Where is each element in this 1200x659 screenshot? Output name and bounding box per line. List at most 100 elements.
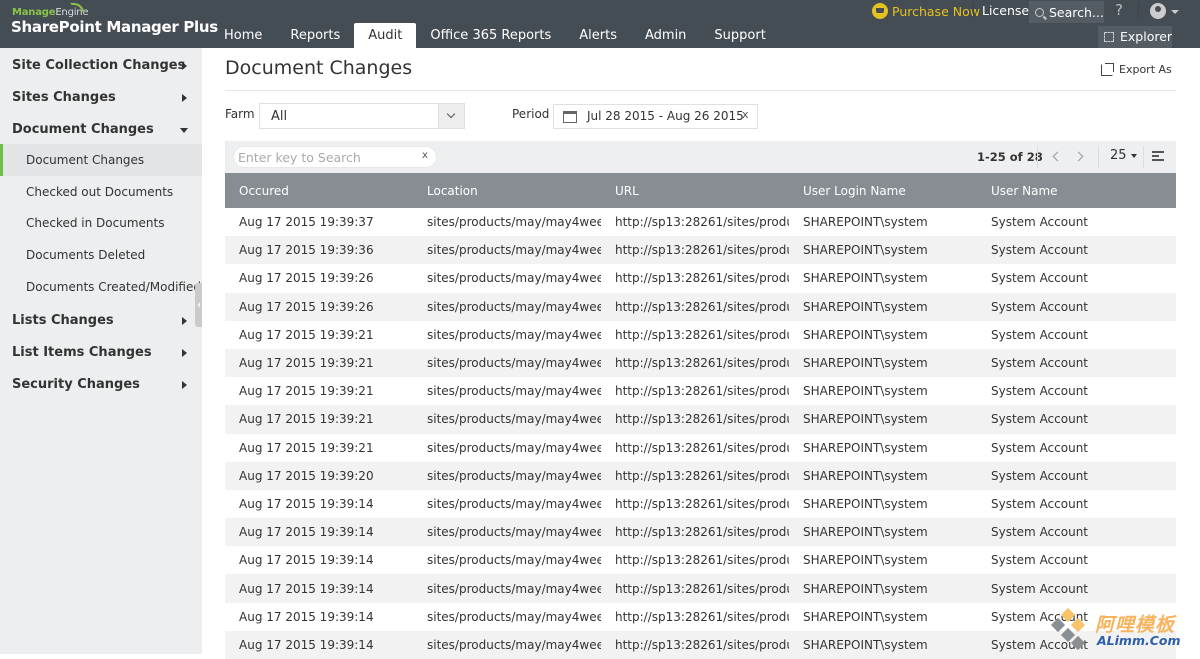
url-cell: http://sp13:28261/sites/produ... — [615, 215, 789, 230]
location-cell: sites/products/may/may4wee... — [427, 440, 601, 455]
license-link[interactable]: License — [982, 3, 1029, 18]
user-login-cell: SHAREPOINT\system — [789, 574, 977, 603]
table-row[interactable]: Aug 17 2015 19:39:21 sites/products/may/m… — [225, 377, 1176, 405]
column-chooser-icon[interactable] — [1152, 151, 1164, 161]
search-icon — [1035, 7, 1044, 17]
sidebar-item-checked-out-documents[interactable]: Checked out Documents — [0, 176, 202, 208]
sidebar-item-documents-deleted[interactable]: Documents Deleted — [0, 239, 202, 271]
user-login-cell: SHAREPOINT\system — [803, 327, 928, 342]
table-row[interactable]: Aug 17 2015 19:39:14 sites/products/may/m… — [225, 518, 1176, 547]
user-login-cell: SHAREPOINT\system — [803, 553, 928, 568]
column-header[interactable]: User Login Name — [789, 173, 977, 208]
url-cell: http://sp13:28261/sites/produ... — [601, 405, 789, 434]
url-cell: http://sp13:28261/sites/produ... — [601, 348, 789, 378]
user-name-cell: System Account — [991, 553, 1089, 568]
period-picker[interactable]: Jul 28 2015 - Aug 26 2015 x — [553, 104, 758, 129]
sidebar-group-lists-changes[interactable]: Lists Changes — [0, 305, 202, 337]
sidebar-item-documents-created-modified[interactable]: Documents Created/Modified — [0, 271, 202, 303]
purchase-now-link[interactable]: Purchase Now — [872, 3, 980, 19]
sidebar-collapse-handle[interactable] — [195, 283, 202, 327]
table-header-row: Occured Location URL User Login Name User Na… — [225, 173, 1176, 208]
table-row[interactable]: Aug 17 2015 19:39:37 sites/products/may/m… — [225, 208, 1176, 236]
chevron-right-icon — [182, 317, 187, 325]
user-name-cell: System Account — [977, 518, 1176, 547]
table-row[interactable]: Aug 17 2015 19:39:21 sites/products/may/m… — [225, 434, 1176, 462]
tab-home[interactable]: Home — [210, 23, 276, 48]
tab-reports[interactable]: Reports — [276, 23, 354, 48]
location-cell: sites/products/may/may4wee... — [413, 405, 601, 434]
chevron-down-icon — [180, 128, 188, 133]
user-name-cell: System Account — [977, 461, 1176, 490]
chevron-right-icon — [182, 62, 187, 70]
occured-cell: Aug 17 2015 19:39:14 — [239, 496, 374, 511]
location-cell: sites/products/may/may4wee... — [413, 348, 601, 378]
global-search-button[interactable]: Search... — [1029, 1, 1104, 23]
url-cell: http://sp13:28261/sites/produ... — [615, 384, 789, 399]
tab-admin[interactable]: Admin — [631, 23, 700, 48]
farm-label: Farm : — [225, 107, 263, 121]
sidebar-group-list-items-changes[interactable]: List Items Changes — [0, 337, 202, 369]
chevron-down-icon[interactable] — [438, 104, 464, 128]
location-cell: sites/products/may/may4wee... — [427, 327, 601, 342]
table-row[interactable]: Aug 17 2015 19:39:36 sites/products/may/m… — [225, 236, 1176, 265]
user-avatar-icon[interactable] — [1150, 3, 1166, 19]
location-cell: sites/products/may/may4wee... — [413, 574, 601, 603]
table-row[interactable]: Aug 17 2015 19:39:14 sites/products/may/m… — [225, 546, 1176, 574]
url-cell: http://sp13:28261/sites/produ... — [615, 327, 789, 342]
table-row[interactable]: Aug 17 2015 19:39:26 sites/products/may/m… — [225, 292, 1176, 321]
occured-cell: Aug 17 2015 19:39:26 — [225, 292, 413, 321]
tab-audit[interactable]: Audit — [354, 23, 417, 48]
help-icon[interactable]: ? — [1115, 1, 1123, 19]
tab-office365-reports[interactable]: Office 365 Reports — [416, 23, 565, 48]
tab-support[interactable]: Support — [700, 23, 779, 48]
column-header[interactable]: Occured — [225, 173, 413, 208]
chevron-right-icon — [182, 381, 187, 389]
url-cell: http://sp13:28261/sites/produ... — [601, 236, 789, 265]
user-login-cell: SHAREPOINT\system — [803, 384, 928, 399]
occured-cell: Aug 17 2015 19:39:21 — [239, 384, 374, 399]
user-login-cell: SHAREPOINT\system — [803, 271, 928, 286]
sidebar-item-checked-in-documents[interactable]: Checked in Documents — [0, 207, 202, 239]
explorer-button[interactable]: Explorer — [1098, 26, 1172, 48]
chevron-down-icon[interactable] — [1171, 10, 1179, 14]
table-row[interactable]: Aug 17 2015 19:39:26 sites/products/may/m… — [225, 264, 1176, 292]
sidebar-group-site-collection-changes[interactable]: Site Collection Changes — [0, 50, 202, 82]
table-row[interactable]: Aug 17 2015 19:39:21 sites/products/may/m… — [225, 348, 1176, 378]
table-row[interactable]: Aug 17 2015 19:39:21 sites/products/may/m… — [225, 321, 1176, 349]
sidebar-group-sites-changes[interactable]: Sites Changes — [0, 82, 202, 114]
column-header[interactable]: User Name — [977, 173, 1176, 208]
column-header[interactable]: URL — [601, 173, 789, 208]
url-cell: http://sp13:28261/sites/produ... — [615, 271, 789, 286]
clear-period-button[interactable]: x — [742, 108, 749, 121]
user-login-cell: SHAREPOINT\system — [803, 609, 928, 624]
divider — [1143, 146, 1144, 168]
table-row[interactable]: Aug 17 2015 19:39:20 sites/products/may/m… — [225, 461, 1176, 490]
table-search-input[interactable] — [238, 148, 408, 166]
table-row[interactable]: Aug 17 2015 19:39:14 sites/products/may/m… — [225, 603, 1176, 631]
url-cell: http://sp13:28261/sites/produ... — [615, 609, 789, 624]
explorer-icon — [1104, 32, 1114, 42]
chevron-right-icon — [182, 349, 187, 357]
sidebar: Site Collection Changes Sites Changes Do… — [0, 48, 202, 654]
table-row[interactable]: Aug 17 2015 19:39:21 sites/products/may/m… — [225, 405, 1176, 434]
per-page-select[interactable]: 25 — [1110, 148, 1137, 163]
chevron-right-icon[interactable] — [1073, 151, 1084, 162]
chevron-left-icon[interactable] — [1052, 151, 1063, 162]
column-header[interactable]: Location — [413, 173, 601, 208]
sidebar-group-security-changes[interactable]: Security Changes — [0, 369, 202, 401]
table-row[interactable]: Aug 17 2015 19:39:14 sites/products/may/m… — [225, 630, 1176, 659]
table-row[interactable]: Aug 17 2015 19:39:14 sites/products/may/m… — [225, 490, 1176, 518]
export-as-button[interactable]: Export As — [1101, 63, 1172, 76]
sidebar-group-document-changes[interactable]: Document Changes — [0, 114, 202, 146]
location-cell: sites/products/may/may4wee... — [427, 215, 601, 230]
logo-arc-icon — [70, 3, 84, 13]
clear-search-button[interactable]: x — [422, 150, 428, 161]
divider — [973, 3, 974, 19]
export-icon — [1101, 63, 1114, 76]
sidebar-item-document-changes[interactable]: Document Changes — [0, 144, 202, 176]
occured-cell: Aug 17 2015 19:39:20 — [225, 461, 413, 490]
tab-alerts[interactable]: Alerts — [565, 23, 631, 48]
pagination-count: 1-25 of 28 — [977, 150, 1043, 164]
table-row[interactable]: Aug 17 2015 19:39:14 sites/products/may/m… — [225, 574, 1176, 603]
farm-select[interactable]: All — [259, 103, 465, 129]
